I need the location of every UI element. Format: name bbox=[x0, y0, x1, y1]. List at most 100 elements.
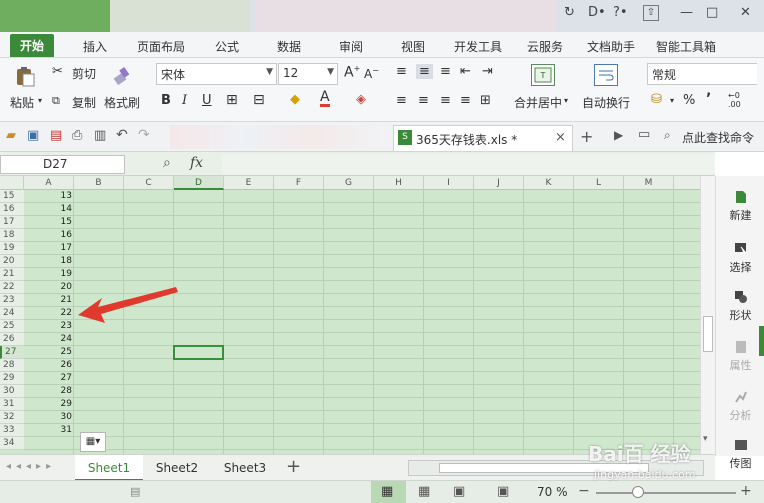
fill-pattern-icon[interactable]: ⊟ bbox=[253, 92, 265, 108]
sidebar-item-new[interactable]: 新建 bbox=[716, 190, 764, 223]
insert-function-button[interactable]: fx bbox=[190, 155, 203, 171]
menu-icon[interactable]: ▭ bbox=[638, 127, 650, 142]
align-bottom-icon[interactable]: ≡ bbox=[440, 64, 451, 79]
wrap-text-button[interactable]: 自动换行 bbox=[582, 94, 630, 111]
column-header[interactable]: I bbox=[424, 176, 474, 190]
row-header[interactable]: 31 bbox=[0, 398, 24, 411]
chevron-down-icon[interactable]: ▾ bbox=[670, 96, 674, 105]
sheet-tab-2[interactable]: Sheet2 bbox=[143, 455, 211, 481]
tab-view[interactable]: 视图 bbox=[401, 38, 425, 55]
macro-icon[interactable]: ▤ bbox=[130, 485, 140, 498]
scissors-icon[interactable]: ✂ bbox=[52, 64, 63, 79]
row-header[interactable]: 28 bbox=[0, 359, 24, 372]
row-header[interactable]: 23 bbox=[0, 294, 24, 307]
help-icon[interactable]: ?• bbox=[613, 5, 628, 20]
distribute-icon[interactable]: ⊞ bbox=[480, 93, 491, 108]
row-header[interactable]: 27 bbox=[0, 346, 24, 359]
sidebar-item-properties[interactable]: 属性 bbox=[716, 340, 764, 373]
column-header[interactable]: H bbox=[374, 176, 424, 190]
row-header[interactable]: 16 bbox=[0, 203, 24, 216]
border-icon[interactable]: ⊞ bbox=[226, 92, 238, 108]
row-header[interactable]: 21 bbox=[0, 268, 24, 281]
close-tab-icon[interactable]: × bbox=[555, 130, 566, 145]
sheet-nav-icons[interactable]: ◂◂◂▸▸ bbox=[6, 461, 56, 472]
sidebar-item-upload-image[interactable]: 传图 bbox=[716, 438, 764, 471]
undo-icon[interactable]: ↶ bbox=[116, 127, 128, 143]
tab-formula[interactable]: 公式 bbox=[215, 38, 239, 55]
tab-cloud[interactable]: 云服务 bbox=[527, 38, 563, 55]
font-name-select[interactable]: 宋体 ▼ bbox=[156, 63, 277, 85]
row-header[interactable]: 30 bbox=[0, 385, 24, 398]
copy-button[interactable]: 复制 bbox=[72, 94, 96, 111]
row-header[interactable]: 15 bbox=[0, 190, 24, 203]
fill-color-icon[interactable]: ◆ bbox=[290, 92, 300, 107]
align-left-icon[interactable]: ≡ bbox=[396, 93, 407, 108]
row-header[interactable]: 19 bbox=[0, 242, 24, 255]
grow-font-icon[interactable]: A+ bbox=[344, 64, 360, 81]
percent-button[interactable]: % bbox=[683, 93, 695, 108]
sidebar-item-select[interactable]: 选择 bbox=[716, 242, 764, 275]
row-header[interactable]: 24 bbox=[0, 307, 24, 320]
currency-icon[interactable]: ⛁ bbox=[651, 92, 662, 107]
tab-page-layout[interactable]: 页面布局 bbox=[137, 38, 185, 55]
shrink-font-icon[interactable]: A− bbox=[364, 66, 379, 81]
tab-start[interactable]: 开始 bbox=[10, 34, 55, 57]
formula-input[interactable] bbox=[222, 154, 715, 174]
open-folder-icon[interactable]: ▰ bbox=[6, 128, 16, 143]
upload-icon[interactable]: ⇧ bbox=[643, 5, 659, 21]
refresh-icon[interactable]: ↻ bbox=[564, 5, 575, 20]
sheet-tab-1[interactable]: Sheet1 bbox=[75, 455, 143, 481]
paste-button[interactable]: 粘贴 bbox=[10, 94, 34, 111]
row-header[interactable]: 32 bbox=[0, 411, 24, 424]
row-header[interactable]: 25 bbox=[0, 320, 24, 333]
justify-icon[interactable]: ≡ bbox=[460, 93, 471, 108]
tab-smart-toolbox[interactable]: 智能工具箱 bbox=[656, 38, 716, 55]
selected-cell[interactable] bbox=[173, 345, 224, 360]
row-header[interactable]: 29 bbox=[0, 372, 24, 385]
column-header[interactable]: E bbox=[224, 176, 274, 190]
underline-button[interactable]: U bbox=[202, 93, 212, 108]
row-header[interactable]: 34 bbox=[0, 437, 24, 450]
increase-decimal-icon[interactable]: ←0.00 bbox=[728, 91, 741, 109]
minimize-button[interactable]: — bbox=[680, 5, 693, 20]
export-pdf-icon[interactable]: ▤ bbox=[50, 128, 62, 143]
scroll-down-icon[interactable]: ▾ bbox=[703, 434, 708, 444]
format-painter-icon[interactable] bbox=[110, 64, 134, 88]
chevron-down-icon[interactable]: ▾ bbox=[38, 96, 42, 105]
italic-button[interactable]: I bbox=[182, 93, 187, 108]
bold-button[interactable]: B bbox=[161, 93, 171, 108]
redo-icon[interactable]: ↷ bbox=[138, 127, 150, 143]
row-header[interactable]: 17 bbox=[0, 216, 24, 229]
command-search[interactable]: 点此查找命令 bbox=[682, 129, 754, 146]
tab-data[interactable]: 数据 bbox=[277, 38, 301, 55]
sheet-tab-3[interactable]: Sheet3 bbox=[211, 455, 279, 481]
search-icon[interactable]: ⌕ bbox=[664, 128, 671, 143]
clear-format-icon[interactable]: ◈ bbox=[356, 92, 366, 107]
vertical-scrollbar[interactable]: ▾ bbox=[700, 176, 715, 454]
merge-center-icon[interactable]: T bbox=[531, 64, 555, 86]
page-break-icon[interactable]: ▣ bbox=[453, 484, 465, 499]
font-size-select[interactable]: 12 ▼ bbox=[278, 63, 338, 85]
tab-review[interactable]: 审阅 bbox=[339, 38, 363, 55]
sidebar-item-shape[interactable]: 形状 bbox=[716, 290, 764, 323]
print-preview-icon[interactable]: ▥ bbox=[94, 128, 106, 143]
row-header[interactable]: 26 bbox=[0, 333, 24, 346]
row-header[interactable]: 22 bbox=[0, 281, 24, 294]
chevron-down-icon[interactable]: ▾ bbox=[564, 96, 568, 105]
paste-options-icon[interactable]: ▦▾ bbox=[80, 432, 106, 452]
increase-indent-icon[interactable]: ⇥ bbox=[482, 64, 493, 79]
screen-icon[interactable]: ▶ bbox=[614, 128, 623, 142]
decrease-indent-icon[interactable]: ⇤ bbox=[460, 64, 471, 79]
tab-developer[interactable]: 开发工具 bbox=[454, 38, 502, 55]
zoom-search-icon[interactable]: ⌕ bbox=[163, 155, 171, 171]
comma-button[interactable]: ’ bbox=[706, 91, 711, 107]
name-box[interactable]: D27 bbox=[0, 155, 125, 174]
row-header[interactable]: 18 bbox=[0, 229, 24, 242]
skin-icon[interactable]: D• bbox=[588, 5, 606, 20]
align-top-icon[interactable]: ≡ bbox=[396, 64, 407, 79]
column-header[interactable]: L bbox=[574, 176, 624, 190]
column-header[interactable]: M bbox=[624, 176, 674, 190]
column-header[interactable]: K bbox=[524, 176, 574, 190]
copy-icon[interactable]: ⧉ bbox=[52, 94, 60, 108]
merge-center-button[interactable]: 合并居中 bbox=[514, 94, 562, 111]
